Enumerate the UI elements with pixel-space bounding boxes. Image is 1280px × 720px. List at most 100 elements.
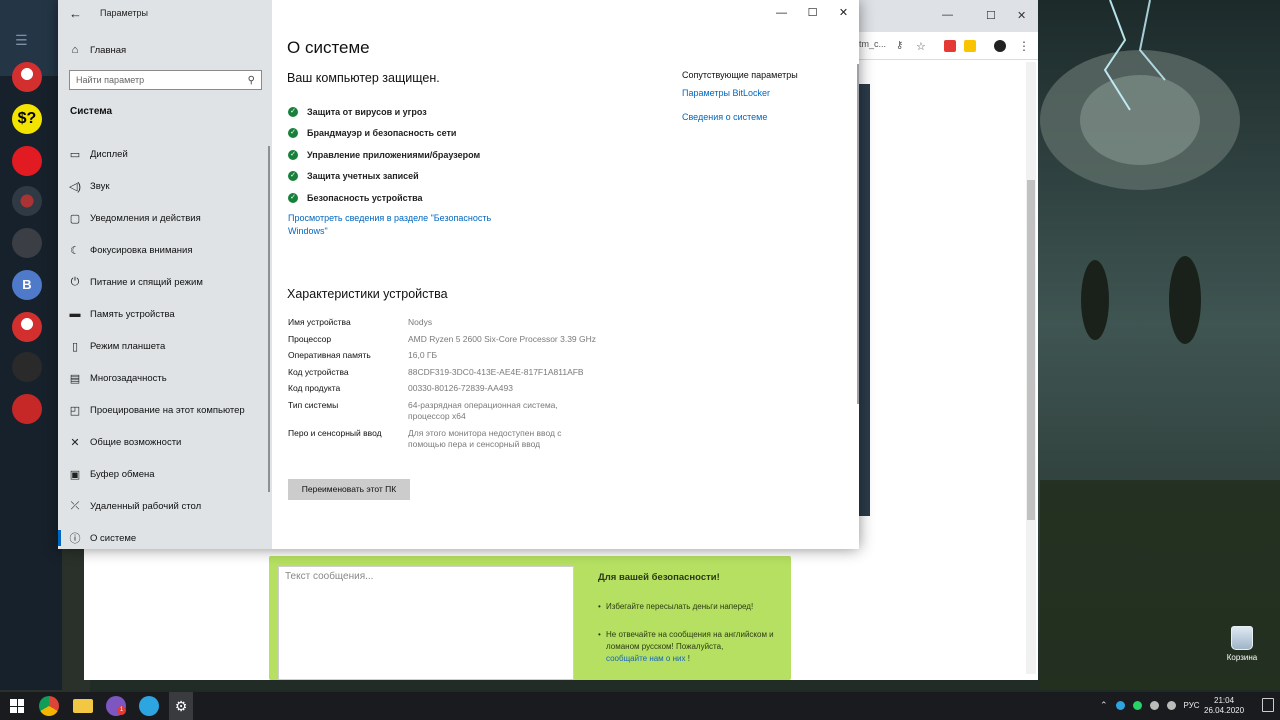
chat-avatar[interactable]: B	[12, 270, 42, 300]
nav-home[interactable]: ⌂ Главная	[68, 42, 127, 58]
key-icon[interactable]: ⚷	[896, 40, 908, 52]
check-circle-icon: ✓	[288, 192, 298, 203]
telegram-tray-icon[interactable]	[1115, 701, 1125, 710]
nav-item-focus[interactable]: ☾ Фокусировка внимания	[58, 234, 272, 266]
chat-avatar[interactable]	[12, 394, 42, 424]
related-title: Сопутствующие параметры	[682, 70, 798, 80]
nav-item-remote-desktop[interactable]: ⤫ Удаленный рабочий стол	[58, 490, 272, 522]
chevron-up-icon[interactable]: ⌃	[1100, 700, 1108, 711]
chrome-icon[interactable]	[39, 696, 59, 716]
nav-item-projecting[interactable]: ◰ Проецирование на этот компьютер	[58, 394, 272, 426]
report-link[interactable]: сообщайте нам о них	[606, 654, 685, 663]
protection-list: ✓ Защита от вирусов и угроз ✓ Брандмауэр и…	[288, 101, 480, 209]
power-icon: ⏻	[70, 275, 80, 288]
maximize-button[interactable]: ☐	[797, 0, 828, 26]
chat-avatar[interactable]	[12, 312, 42, 342]
nav-item-power[interactable]: ⏻ Питание и спящий режим	[58, 266, 272, 298]
bitlocker-link[interactable]: Параметры BitLocker	[682, 88, 852, 98]
chat-avatar[interactable]	[12, 228, 42, 258]
nav-item-about[interactable]: ⓘ О системе	[58, 522, 272, 554]
windows-security-link[interactable]: Просмотреть сведения в разделе "Безопасн…	[288, 212, 518, 237]
chat-avatar[interactable]: $?	[12, 104, 42, 134]
system-tray: ⌃ РУС	[1100, 700, 1200, 711]
spec-label: Оперативная память	[288, 350, 371, 360]
chat-avatar[interactable]	[12, 352, 42, 382]
nav-item-sound[interactable]: ◁) Звук	[58, 170, 272, 202]
whatsapp-tray-icon[interactable]	[1132, 701, 1142, 710]
content-scrollbar[interactable]	[857, 64, 859, 404]
close-button[interactable]: ✕	[828, 0, 859, 26]
info-icon: ⓘ	[69, 533, 81, 545]
spec-value: 64-разрядная операционная система, проце…	[408, 399, 558, 422]
device-specs-heading: Характеристики устройства	[287, 287, 448, 301]
protection-item-label: Защита учетных записей	[307, 171, 419, 182]
search-placeholder: Найти параметр	[76, 75, 145, 85]
settings-window[interactable]: ← Параметры ⌂ Главная Найти параметр ⚲ С…	[58, 0, 859, 549]
related-settings: Сопутствующие параметры Параметры BitLoc…	[682, 70, 852, 136]
chat-avatar[interactable]	[12, 186, 42, 216]
protection-item: ✓ Безопасность устройства	[288, 187, 480, 209]
storage-icon: ▬	[69, 308, 81, 320]
network-icon[interactable]	[1149, 701, 1159, 710]
moon-icon: ☾	[70, 244, 80, 257]
nav-item-clipboard[interactable]: ▣ Буфер обмена	[58, 458, 272, 490]
message-input[interactable]: Текст сообщения...	[278, 566, 574, 680]
nav-home-label: Главная	[90, 44, 127, 56]
nav-item-storage[interactable]: ▬ Память устройства	[58, 298, 272, 330]
search-icon[interactable]: ⚲	[248, 75, 255, 86]
browser-menu-icon[interactable]: ⋮	[1018, 39, 1030, 53]
browser-maximize-button[interactable]: ☐	[986, 9, 996, 22]
chat-avatar[interactable]	[12, 62, 42, 92]
browser-minimize-button[interactable]: —	[942, 9, 953, 21]
extension-icon[interactable]	[964, 40, 976, 52]
browser-scroll-thumb[interactable]	[1027, 180, 1035, 520]
rename-pc-button[interactable]: Переименовать этот ПК	[288, 479, 410, 500]
spec-value: Для этого монитора недоступен ввод с пом…	[408, 427, 562, 450]
spec-row: Код продукта 00330-80126-72839-AA493	[288, 383, 608, 395]
file-explorer-icon[interactable]	[73, 699, 93, 713]
star-icon[interactable]: ☆	[916, 40, 928, 53]
nav-item-tablet[interactable]: ▯ Режим планшета	[58, 330, 272, 362]
nav-item-notifications[interactable]: ▢ Уведомления и действия	[58, 202, 272, 234]
spec-value: Nodys	[408, 317, 433, 327]
nav-item-label: Память устройства	[90, 308, 175, 320]
safety-item: Не отвечайте на сообщения на английском …	[598, 629, 778, 665]
sidebar-scrollbar[interactable]	[268, 146, 270, 492]
adblock-icon[interactable]	[944, 40, 956, 52]
safety-item: Избегайте пересылать деньги наперед!	[598, 601, 778, 613]
protection-item-label: Безопасность устройства	[307, 192, 423, 203]
volume-icon[interactable]	[1166, 701, 1176, 710]
settings-gear-icon[interactable]: ⚙	[169, 692, 193, 720]
multitask-icon: ▤	[69, 372, 81, 385]
profile-avatar[interactable]	[994, 40, 1006, 52]
protection-heading: Ваш компьютер защищен.	[287, 71, 440, 85]
telegram-icon[interactable]	[139, 696, 159, 716]
nav-item-label: Звук	[90, 180, 110, 192]
nav-item-display[interactable]: ▭ Дисплей	[58, 138, 272, 170]
message-compose-panel: Текст сообщения... Для вашей безопасност…	[269, 556, 791, 680]
browser-scrollbar[interactable]	[1026, 62, 1036, 674]
window-controls: — ☐ ✕	[766, 0, 859, 26]
spec-row: Перо и сенсорный ввод Для этого монитора …	[288, 428, 608, 451]
recycle-bin[interactable]: Корзина	[1222, 626, 1262, 662]
system-info-link[interactable]: Сведения о системе	[682, 112, 852, 122]
protection-item: ✓ Защита от вирусов и угроз	[288, 101, 480, 123]
action-center-icon[interactable]	[1262, 698, 1274, 712]
chat-avatar[interactable]	[12, 146, 42, 176]
clock[interactable]: 21:04 26.04.2020	[1204, 696, 1244, 716]
search-input[interactable]: Найти параметр ⚲	[69, 70, 262, 90]
nav-item-multitasking[interactable]: ▤ Многозадачность	[58, 362, 272, 394]
language-indicator[interactable]: РУС	[1184, 701, 1200, 710]
menu-icon[interactable]: ☰	[15, 32, 28, 49]
spec-row: Процессор AMD Ryzen 5 2600 Six-Core Proce…	[288, 334, 608, 346]
back-arrow-icon[interactable]: ←	[69, 6, 82, 21]
start-button[interactable]	[10, 699, 24, 713]
browser-url[interactable]: tm_c...	[859, 39, 886, 49]
nav-item-label: Фокусировка внимания	[90, 244, 193, 256]
messenger-window[interactable]: ☰ $? B	[0, 0, 62, 690]
nav-item-label: Общие возможности	[90, 436, 182, 448]
clock-date: 26.04.2020	[1204, 706, 1245, 715]
nav-item-shared[interactable]: ✕ Общие возможности	[58, 426, 272, 458]
browser-close-button[interactable]: ✕	[1017, 9, 1026, 22]
minimize-button[interactable]: —	[766, 0, 797, 26]
